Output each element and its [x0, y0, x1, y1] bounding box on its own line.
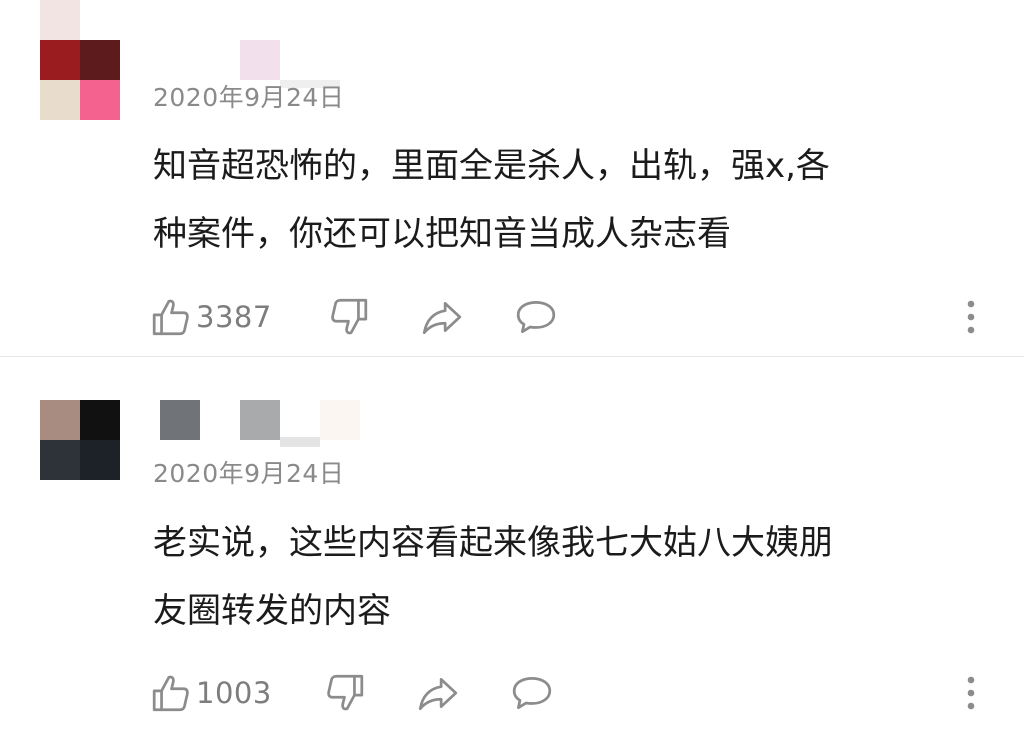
thumbs-up-icon [150, 296, 192, 338]
share-button[interactable] [420, 294, 464, 340]
avatar-pixel [40, 80, 80, 120]
share-button[interactable] [416, 670, 460, 716]
dislike-button[interactable] [324, 670, 366, 716]
reply-button[interactable] [514, 294, 558, 340]
comment-item: 2020年9月24日 知音超恐怖的，里面全是杀人，出轨，强x,各 种案件，你还可… [0, 0, 1024, 356]
avatar-pixel [40, 40, 80, 80]
more-vertical-icon [958, 672, 984, 714]
comment-text-line: 种案件，你还可以把知音当成人杂志看 [153, 214, 731, 254]
reply-button[interactable] [510, 670, 554, 716]
username-blurred [280, 437, 320, 447]
thumbs-down-icon [328, 296, 370, 338]
comment-text-line: 知音超恐怖的，里面全是杀人，出轨，强x,各 [153, 146, 830, 186]
more-options-button[interactable] [958, 670, 984, 716]
like-count: 3387 [196, 300, 272, 334]
thumbs-down-icon [324, 672, 366, 714]
comment-bubble-icon [510, 672, 554, 714]
dislike-button[interactable] [328, 294, 370, 340]
username-blurred[interactable] [160, 400, 200, 440]
avatar-pixel [80, 440, 120, 480]
comment-actions: 3387 [150, 294, 990, 340]
like-button[interactable]: 1003 [150, 670, 272, 716]
comment-text: 知音超恐怖的，里面全是杀人，出轨，强x,各 种案件，你还可以把知音当成人杂志看 [153, 132, 973, 268]
more-options-button[interactable] [958, 294, 984, 340]
comment-text-line: 老实说，这些内容看起来像我七大姑八大姨朋 [153, 523, 833, 563]
more-vertical-icon [958, 296, 984, 338]
like-count: 1003 [196, 676, 272, 710]
avatar-pixel [80, 40, 120, 80]
comment-date: 2020年9月24日 [153, 83, 345, 112]
avatar-pixel [80, 400, 120, 440]
username-blurred[interactable] [240, 400, 280, 440]
avatar[interactable] [40, 40, 120, 120]
username-blurred[interactable] [240, 40, 280, 80]
thumbs-up-icon [150, 672, 192, 714]
username-blurred[interactable] [40, 0, 80, 40]
username-blurred[interactable] [320, 400, 360, 440]
avatar-pixel [40, 400, 80, 440]
comment-date: 2020年9月24日 [153, 459, 345, 488]
avatar[interactable] [40, 400, 120, 480]
like-button[interactable]: 3387 [150, 294, 272, 340]
share-arrow-icon [416, 672, 460, 714]
comment-item: 2020年9月24日 老实说，这些内容看起来像我七大姑八大姨朋 友圈转发的内容 … [0, 357, 1024, 735]
comment-text: 老实说，这些内容看起来像我七大姑八大姨朋 友圈转发的内容 [153, 509, 973, 645]
comment-actions: 1003 [150, 670, 990, 716]
comment-bubble-icon [514, 296, 558, 338]
comment-text-line: 友圈转发的内容 [153, 591, 391, 631]
avatar-pixel [40, 440, 80, 480]
share-arrow-icon [420, 296, 464, 338]
avatar-pixel [80, 80, 120, 120]
